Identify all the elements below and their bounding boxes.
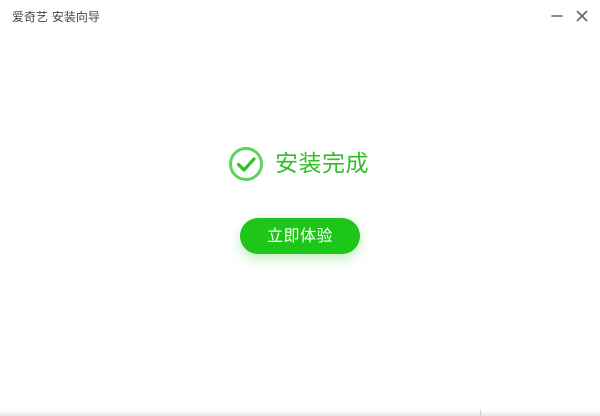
install-complete-status: 安装完成 <box>228 145 369 183</box>
check-circle-icon <box>229 147 263 181</box>
close-icon <box>576 10 588 22</box>
installer-window: 爱奇艺 安装向导 安装完成 立即体验 <box>0 0 600 416</box>
minimize-button[interactable] <box>547 6 567 26</box>
bottom-divider <box>480 410 481 416</box>
try-now-button[interactable]: 立即体验 <box>240 218 360 254</box>
bottom-edge-shadow <box>0 410 600 416</box>
install-complete-text: 安装完成 <box>275 151 369 177</box>
window-title: 爱奇艺 安装向导 <box>12 10 100 24</box>
close-button[interactable] <box>572 6 592 26</box>
minimize-icon <box>551 15 563 17</box>
